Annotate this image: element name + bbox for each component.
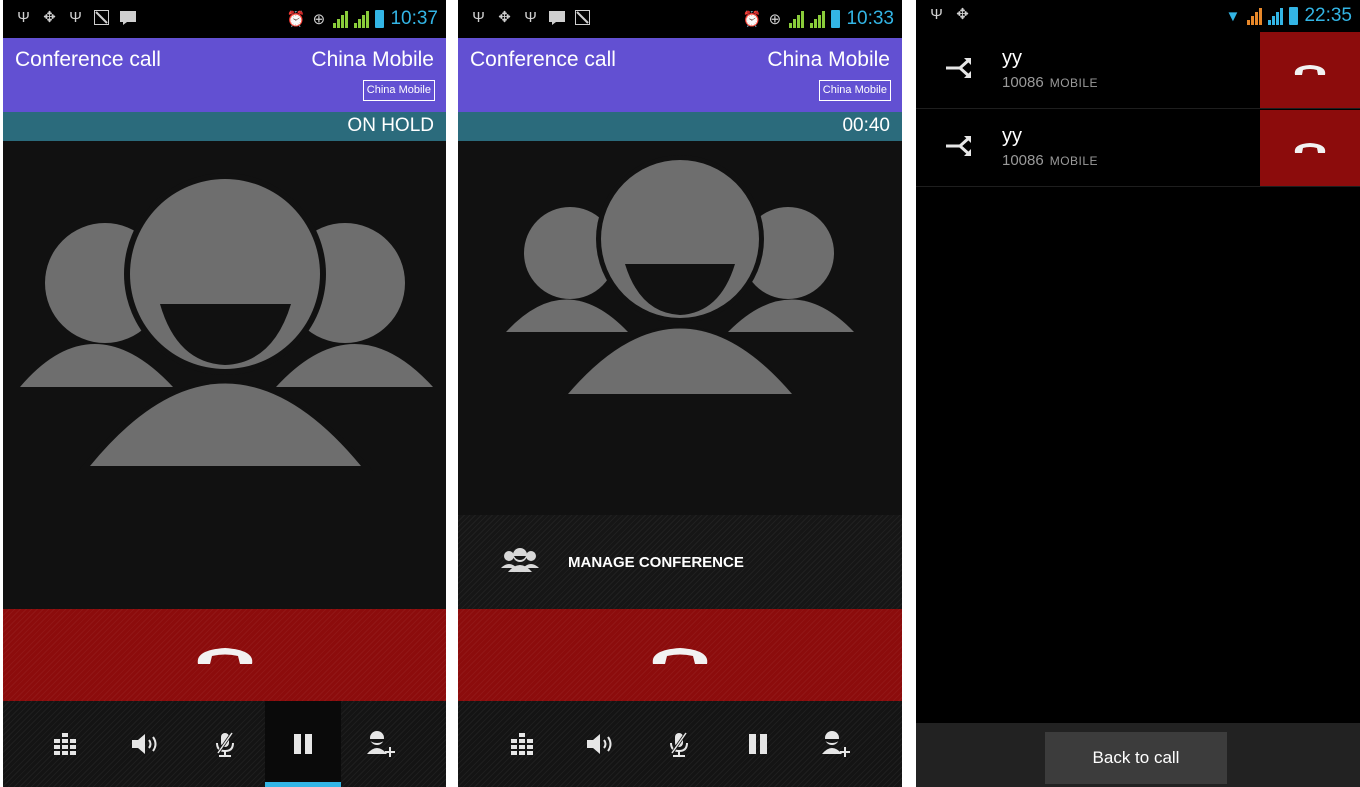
android-debug-icon: ✥ — [498, 9, 511, 26]
call-title: Conference call — [15, 48, 161, 71]
speaker-icon — [132, 734, 157, 754]
number-type: MOBILE — [1049, 154, 1099, 168]
alarm-icon: ⏰ — [286, 10, 306, 28]
participant-name: yy — [1002, 47, 1022, 69]
wifi-icon: ▼ — [1225, 7, 1241, 25]
android-debug-icon: ✥ — [956, 6, 969, 23]
hang-up-icon — [1294, 65, 1326, 75]
hold-button[interactable] — [720, 701, 796, 787]
bottom-bar: Back to call — [916, 723, 1360, 787]
call-title: Conference call — [470, 48, 616, 71]
clock: 10:33 — [846, 8, 894, 29]
battery-icon — [831, 10, 841, 28]
add-call-button[interactable] — [798, 701, 874, 787]
usb-icon: Ψ — [17, 9, 30, 26]
conference-group-icon — [20, 173, 433, 471]
end-call-bar[interactable] — [3, 609, 446, 701]
end-call-bar[interactable] — [458, 609, 902, 701]
dialpad-icon — [54, 733, 76, 755]
battery-icon — [375, 10, 385, 28]
message-icon — [119, 9, 136, 26]
hang-up-icon[interactable] — [195, 642, 255, 668]
manage-conference-icon — [501, 548, 539, 572]
call-controls — [458, 701, 902, 787]
hang-up-icon — [1294, 143, 1326, 153]
add-call-button[interactable] — [343, 701, 419, 787]
separate-call-icon[interactable] — [944, 56, 974, 80]
signal-icon — [1247, 7, 1263, 25]
battery-icon — [1289, 7, 1299, 25]
status-bar: Ψ ✥ Ψ ⏰ ⊕ 10:37 — [3, 0, 446, 38]
status-bar: Ψ ✥ Ψ ⏰ ⊕ 10:33 — [458, 0, 902, 38]
conference-photo — [458, 141, 902, 515]
sim-icon — [93, 9, 110, 26]
participant-row: yy 10086 MOBILE — [916, 32, 1360, 109]
usb-icon: Ψ — [930, 6, 943, 23]
message-icon — [548, 9, 565, 26]
signal-icon — [333, 10, 349, 28]
add-call-icon — [367, 731, 395, 757]
manage-conference-screen: Ψ ✥ ▼ 22:35 yy 10086 MOBILE yy 10086 MOBIL… — [916, 0, 1360, 787]
conference-group-icon — [506, 155, 854, 397]
dialpad-icon — [511, 733, 533, 755]
sim-icon — [574, 9, 591, 26]
manage-conference-button[interactable]: MANAGE CONFERENCE — [458, 515, 902, 609]
operator-name: China Mobile — [767, 48, 890, 71]
conference-screen-on-hold: Ψ ✥ Ψ ⏰ ⊕ 10:37 Conference call China Mo… — [3, 0, 446, 787]
speaker-icon — [587, 734, 612, 754]
participant-number: 10086 MOBILE — [1002, 152, 1099, 169]
usb-icon: Ψ — [524, 9, 537, 26]
speaker-button[interactable] — [562, 701, 638, 787]
call-status-bar: 00:40 — [458, 112, 902, 141]
mute-button[interactable] — [641, 701, 717, 787]
call-header: Conference call China Mobile China Mobil… — [3, 38, 446, 112]
dialpad-button[interactable] — [27, 701, 103, 787]
clock: 22:35 — [1304, 5, 1352, 26]
call-timer: 00:40 — [842, 115, 890, 136]
operator-badge: China Mobile — [362, 80, 435, 101]
clock: 10:37 — [390, 8, 438, 29]
rotation-lock-icon: ⊕ — [312, 10, 326, 28]
signal-icon — [810, 10, 826, 28]
mute-button[interactable] — [187, 701, 263, 787]
operator-badge: China Mobile — [818, 80, 891, 101]
manage-conference-label: MANAGE CONFERENCE — [568, 554, 744, 571]
hold-icon — [294, 734, 312, 754]
conference-photo — [3, 141, 446, 609]
android-debug-icon: ✥ — [43, 9, 56, 26]
separate-call-icon[interactable] — [944, 134, 974, 158]
mute-icon — [670, 732, 688, 757]
call-status-bar: ON HOLD — [3, 112, 446, 141]
hold-icon — [749, 734, 767, 754]
signal-icon — [1268, 7, 1284, 25]
mute-icon — [216, 732, 234, 757]
call-status: ON HOLD — [347, 115, 434, 136]
participant-number: 10086 MOBILE — [1002, 74, 1099, 91]
usb-icon: Ψ — [69, 9, 82, 26]
usb-icon: Ψ — [472, 9, 485, 26]
add-call-icon — [822, 731, 850, 757]
speaker-button[interactable] — [107, 701, 183, 787]
status-bar: Ψ ✥ ▼ 22:35 — [916, 0, 1360, 32]
hold-button[interactable] — [265, 701, 341, 787]
hang-up-icon[interactable] — [650, 642, 710, 668]
signal-icon — [789, 10, 805, 28]
alarm-icon: ⏰ — [742, 10, 762, 28]
number-type: MOBILE — [1049, 76, 1099, 90]
conference-screen-active: Ψ ✥ Ψ ⏰ ⊕ 10:33 Conference call China Mo… — [458, 0, 902, 787]
end-participant-button[interactable] — [1260, 32, 1360, 108]
signal-icon — [354, 10, 370, 28]
call-controls — [3, 701, 446, 787]
participant-name: yy — [1002, 125, 1022, 147]
dialpad-button[interactable] — [484, 701, 560, 787]
operator-name: China Mobile — [311, 48, 434, 71]
end-participant-button[interactable] — [1260, 110, 1360, 186]
back-to-call-button[interactable]: Back to call — [1045, 732, 1227, 784]
call-header: Conference call China Mobile China Mobil… — [458, 38, 902, 112]
participant-row: yy 10086 MOBILE — [916, 110, 1360, 187]
rotation-lock-icon: ⊕ — [768, 10, 782, 28]
